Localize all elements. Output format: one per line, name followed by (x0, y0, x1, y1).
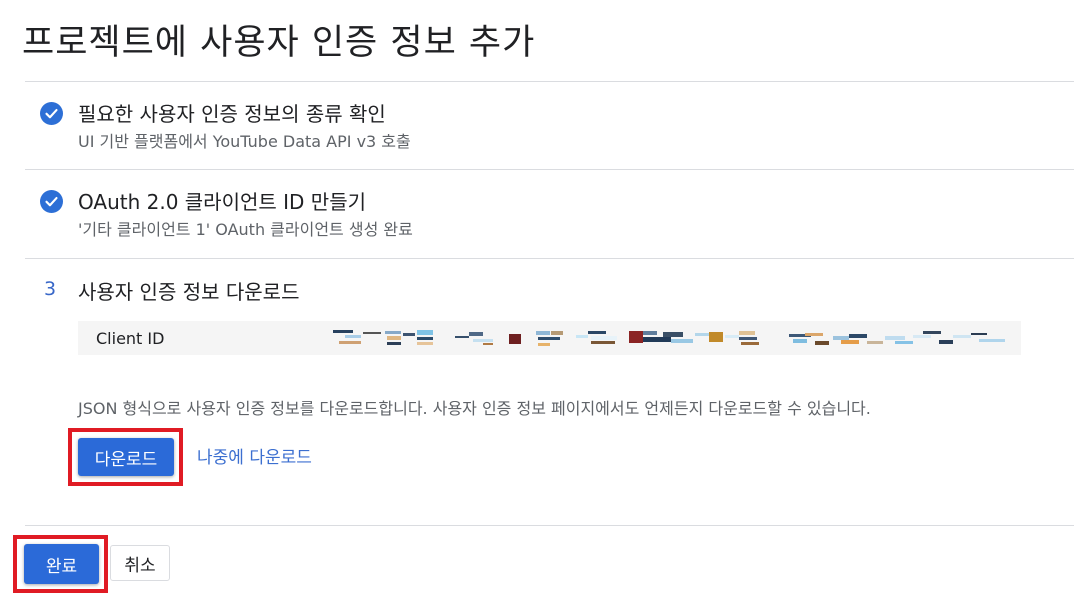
download-button[interactable]: 다운로드 (78, 438, 174, 476)
check-circle-icon (40, 102, 63, 125)
step-1-title: 필요한 사용자 인증 정보의 종류 확인 (78, 102, 386, 126)
divider (25, 81, 1074, 82)
client-id-row: Client ID (78, 321, 1021, 355)
check-circle-icon (40, 190, 63, 213)
client-id-label: Client ID (96, 329, 165, 348)
done-button[interactable]: 완료 (24, 544, 99, 584)
step-2-subtitle: '기타 클라이언트 1' OAuth 클라이언트 생성 완료 (78, 220, 413, 239)
page-title: 프로젝트에 사용자 인증 정보 추가 (22, 23, 536, 63)
step-2-title: OAuth 2.0 클라이언트 ID 만들기 (78, 190, 367, 214)
divider (25, 258, 1074, 259)
divider (25, 169, 1074, 170)
divider (25, 525, 1074, 526)
step-1-subtitle: UI 기반 플랫폼에서 YouTube Data API v3 호출 (78, 132, 411, 151)
download-info-text: JSON 형식으로 사용자 인증 정보를 다운로드합니다. 사용자 인증 정보 … (78, 399, 871, 418)
step-3-number: 3 (44, 278, 57, 300)
client-id-value-redacted (333, 330, 1005, 346)
download-later-link[interactable]: 나중에 다운로드 (197, 443, 312, 468)
step-3-title: 사용자 인증 정보 다운로드 (78, 280, 300, 304)
cancel-button[interactable]: 취소 (110, 545, 170, 581)
